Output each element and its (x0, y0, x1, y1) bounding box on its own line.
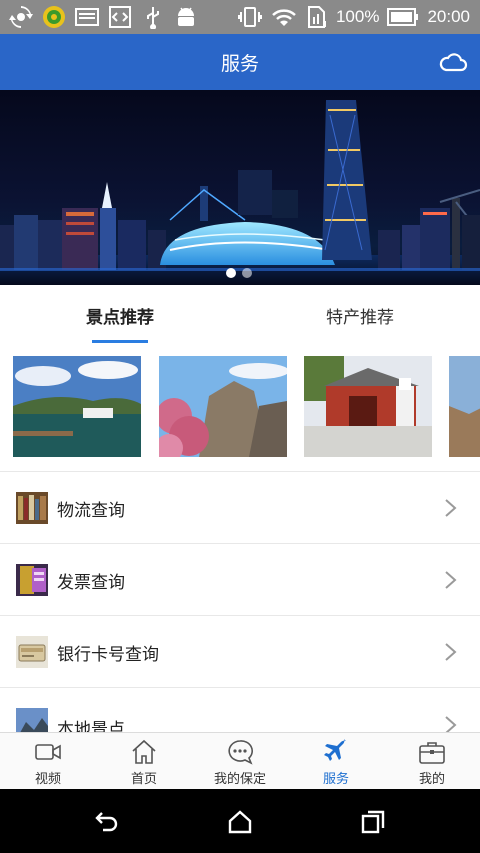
nav-item-home[interactable]: 首页 (96, 733, 192, 789)
scenic-thumbnail[interactable] (13, 356, 141, 457)
list-item-invoice-query[interactable]: 发票查询 (0, 544, 480, 616)
tab-label: 特产推荐 (326, 307, 394, 328)
tab-specialties[interactable]: 特产推荐 (240, 285, 480, 345)
back-icon[interactable] (94, 809, 120, 835)
nav-label: 我的保定 (213, 772, 266, 787)
wallet-icon (16, 636, 48, 668)
banner-carousel[interactable] (0, 90, 480, 285)
nav-item-video[interactable]: 视频 (0, 733, 96, 789)
banner-image (0, 100, 480, 285)
tab-active-indicator (92, 340, 148, 343)
video-camera-icon (35, 744, 61, 760)
category-tabs: 景点推荐 特产推荐 (0, 285, 480, 345)
android-icon (173, 5, 199, 29)
chat-bubble-icon (228, 740, 253, 765)
list-item-bank-card-query[interactable]: 银行卡号查询 (0, 616, 480, 688)
scenic-thumbnail[interactable] (304, 356, 432, 457)
vibrate-icon (237, 7, 262, 27)
battery-icon (387, 8, 419, 26)
nav-label: 视频 (34, 772, 61, 787)
carousel-dot[interactable] (226, 268, 236, 278)
chevron-right-icon (445, 571, 457, 589)
tab-label: 景点推荐 (86, 307, 154, 328)
status-bar: 100% 20:00 (0, 0, 480, 34)
system-navigation-bar (0, 789, 480, 853)
list-item-label: 物流查询 (57, 500, 125, 521)
tab-scenic-spots[interactable]: 景点推荐 (0, 285, 240, 345)
title-bar: 服务 (0, 34, 480, 90)
chevron-right-icon (445, 643, 457, 661)
cloud-icon[interactable] (438, 48, 468, 76)
status-bar-notifications (0, 5, 199, 29)
status-time: 20:00 (427, 7, 470, 26)
battery-percentage: 100% (335, 7, 380, 26)
home-icon (132, 739, 156, 764)
carousel-indicator (226, 268, 252, 278)
invoice-icon (16, 564, 48, 596)
books-shelf-icon (16, 492, 48, 524)
bottom-navigation: 视频 首页 我的保定 服务 我的 (0, 732, 480, 789)
wifi-icon (272, 9, 296, 26)
image-icon (74, 5, 100, 29)
airplane-icon (324, 739, 346, 761)
screen: 100% 20:00 服务 景点推荐 特产推荐 物流查询 发票查询 银行卡号查询… (0, 0, 480, 853)
nav-item-mine[interactable]: 我的 (384, 733, 480, 789)
app-notification-icon (41, 5, 67, 29)
list-item-label: 发票查询 (57, 572, 125, 593)
scenic-thumbnail-strip (0, 345, 480, 470)
recent-apps-icon[interactable] (360, 809, 386, 835)
usb-icon (140, 5, 166, 29)
chevron-right-icon (445, 499, 457, 517)
nav-item-my-baoding[interactable]: 我的保定 (192, 733, 288, 789)
scenic-thumbnail[interactable] (449, 356, 480, 457)
briefcase-icon (419, 742, 445, 764)
page-title: 服务 (220, 52, 259, 75)
carousel-dot[interactable] (242, 268, 252, 278)
list-item-logistics-query[interactable]: 物流查询 (0, 472, 480, 544)
nav-label: 首页 (130, 772, 157, 787)
scenic-thumbnail[interactable] (159, 356, 287, 457)
sync-icon (8, 5, 34, 29)
nav-label: 我的 (418, 772, 445, 787)
home-button-icon[interactable] (227, 809, 253, 835)
status-bar-system: 100% 20:00 (237, 0, 470, 34)
list-item-label: 银行卡号查询 (57, 644, 159, 665)
sim-signal-icon (307, 6, 326, 28)
code-icon (107, 5, 133, 29)
nav-item-services[interactable]: 服务 (288, 733, 384, 789)
nav-label: 服务 (322, 772, 349, 787)
